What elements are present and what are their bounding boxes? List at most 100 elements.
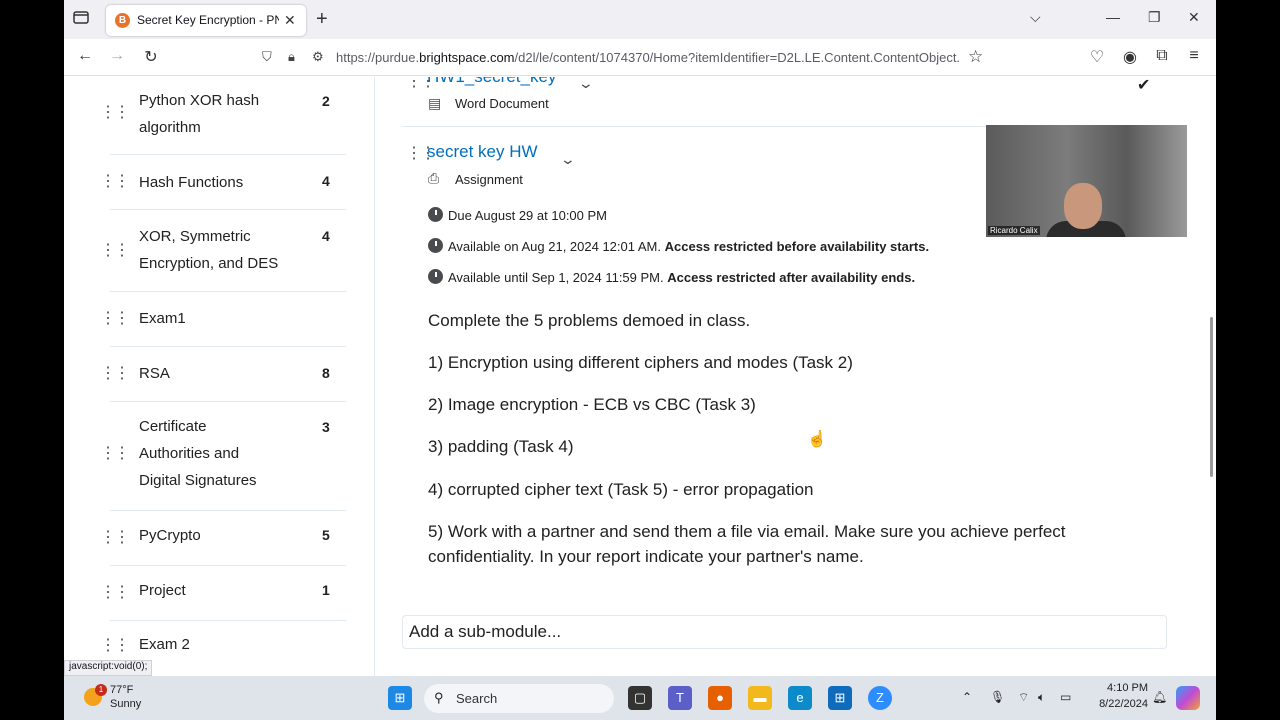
- weather-condition: Sunny: [110, 698, 142, 710]
- item-count: 4: [322, 173, 330, 189]
- sidebar-item-hash-functions[interactable]: ⋮⋮ Hash Functions 4: [100, 155, 346, 210]
- firefox-icon[interactable]: ●: [708, 686, 732, 710]
- weather-temp: 77°F: [110, 684, 134, 696]
- zoom-icon[interactable]: Z: [868, 686, 892, 710]
- item-count: 1: [322, 582, 330, 598]
- description-line: Complete the 5 problems demoed in class.: [428, 311, 751, 330]
- description-line: 1) Encryption using different ciphers an…: [428, 353, 853, 372]
- sidebar-item-label: Certificate: [139, 418, 207, 435]
- participant-name: Ricardo Calix: [988, 226, 1040, 235]
- topic-title[interactable]: secret key HW: [427, 142, 538, 162]
- menu-icon[interactable]: ≡: [1183, 47, 1205, 69]
- description-line: confidentiality. In your report indicate…: [428, 547, 864, 566]
- sidebar-item-project[interactable]: ⋮⋮ Project 1: [100, 566, 346, 621]
- shield-icon[interactable]: ⛉: [262, 49, 272, 65]
- new-tab-icon[interactable]: +: [316, 7, 328, 31]
- copilot-icon[interactable]: [1176, 686, 1200, 710]
- item-count: 5: [322, 527, 330, 543]
- page-scrollbar[interactable]: [1210, 317, 1213, 477]
- sidebar-item-label: algorithm: [139, 119, 201, 136]
- weather-widget[interactable]: 1 77°F Sunny: [82, 682, 162, 716]
- url-text[interactable]: https://purdue.brightspace.com/d2l/le/co…: [336, 50, 961, 65]
- tab-bar: B Secret Key Encryption - PNW Fa ✕ + ⌵ —…: [64, 0, 1216, 39]
- assignment-icon: ⎙: [428, 170, 440, 186]
- edge-icon[interactable]: e: [788, 686, 812, 710]
- wifi-icon[interactable]: ⌔: [1018, 690, 1029, 705]
- drag-handle-icon[interactable]: ⋮⋮: [100, 171, 130, 191]
- teams-icon[interactable]: T: [668, 686, 692, 710]
- clock-icon: [428, 207, 443, 222]
- navigation-bar: ← → ↻ ⛉ 🔒︎ ⚙ https://purdue.brightspace.…: [64, 39, 1216, 76]
- sidebar-item-rsa[interactable]: ⋮⋮ RSA 8: [100, 347, 346, 402]
- task-view-icon[interactable]: ▢: [628, 686, 652, 710]
- item-count: 2: [322, 93, 330, 109]
- add-submodule-input[interactable]: Add a sub-module...: [402, 615, 1167, 649]
- show-hidden-icons-icon[interactable]: ⌃: [962, 690, 972, 704]
- forward-icon[interactable]: →: [106, 47, 128, 69]
- list-all-tabs-icon[interactable]: ⌵: [1030, 9, 1041, 26]
- minimize-icon[interactable]: —: [1106, 9, 1120, 25]
- sidebar-item-label: Digital Signatures: [139, 472, 257, 489]
- item-count: 8: [322, 365, 330, 381]
- file-explorer-icon[interactable]: ▬: [748, 686, 772, 710]
- back-icon[interactable]: ←: [74, 47, 96, 69]
- sidebar-item-exam1[interactable]: ⋮⋮ Exam1: [100, 292, 346, 347]
- notifications-icon[interactable]: 🔔︎: [1152, 690, 1167, 704]
- item-count: 3: [322, 419, 330, 435]
- description-line: 5) Work with a partner and send them a f…: [428, 522, 1066, 541]
- taskbar-time[interactable]: 4:10 PM: [1098, 682, 1148, 694]
- drag-handle-icon[interactable]: ⋮⋮: [100, 443, 130, 463]
- sidebar-item-python-xor[interactable]: ⋮⋮ Python XOR hash algorithm 2: [100, 81, 346, 155]
- sidebar-item-label: Authorities and: [139, 445, 240, 462]
- drag-handle-icon[interactable]: ⋮⋮: [100, 308, 130, 328]
- store-icon[interactable]: ⊞: [828, 686, 852, 710]
- availability-end-text: Available until Sep 1, 2024 11:59 PM. Ac…: [448, 270, 916, 285]
- battery-icon[interactable]: ▭: [1060, 690, 1071, 704]
- description-line: 4) corrupted cipher text (Task 5) - erro…: [428, 480, 814, 499]
- chevron-down-icon[interactable]: ⌄: [560, 151, 576, 168]
- clock-icon: [428, 238, 443, 253]
- description-line: 3) padding (Task 4): [428, 437, 574, 456]
- permissions-icon[interactable]: ⚙: [312, 49, 324, 65]
- windows-start-icon[interactable]: ⊞: [388, 686, 412, 710]
- status-link: javascript:void(0);: [64, 660, 153, 676]
- sidebar-item-xor-symmetric[interactable]: ⋮⋮ XOR, Symmetric Encryption, and DES 4: [100, 210, 346, 292]
- sidebar-item-label: XOR, Symmetric: [139, 228, 251, 245]
- microphone-icon[interactable]: 🎙︎: [990, 690, 1005, 704]
- restore-icon[interactable]: ❐: [1148, 9, 1161, 26]
- active-tab[interactable]: B Secret Key Encryption - PNW Fa ✕: [106, 5, 306, 36]
- notification-badge: 1: [95, 684, 107, 696]
- topic-type: Assignment: [455, 172, 523, 187]
- reload-icon[interactable]: ↻: [140, 47, 162, 69]
- sidebar-item-label: PyCrypto: [139, 527, 201, 544]
- word-document-icon: ▤: [428, 95, 442, 111]
- sidebar-item-label: Exam 2: [139, 636, 190, 653]
- windows-taskbar: 1 77°F Sunny ⊞ ⚲ Search ▢ T ● ▬ e ⊞ Z ⌃ …: [64, 676, 1216, 720]
- account-icon[interactable]: ◉: [1119, 47, 1141, 69]
- video-thumbnail[interactable]: Ricardo Calix: [986, 125, 1187, 237]
- sidebar-item-pycrypto[interactable]: ⋮⋮ PyCrypto 5: [100, 511, 346, 566]
- pocket-icon[interactable]: ♡: [1086, 47, 1108, 69]
- hand-cursor-icon: ☝: [807, 431, 827, 448]
- close-window-icon[interactable]: ✕: [1188, 9, 1200, 26]
- taskbar-search[interactable]: ⚲ Search: [424, 684, 614, 713]
- extensions-icon[interactable]: ⧉: [1151, 47, 1173, 69]
- drag-handle-icon[interactable]: ⋮⋮: [100, 582, 130, 602]
- taskbar-date[interactable]: 8/22/2024: [1088, 698, 1148, 710]
- volume-icon[interactable]: 🔈︎: [1038, 690, 1045, 705]
- tab-list-icon[interactable]: [72, 8, 94, 30]
- search-label: Search: [456, 691, 498, 706]
- drag-handle-icon[interactable]: ⋮⋮: [100, 102, 130, 122]
- prev-topic-title[interactable]: HW1_secret_key: [427, 77, 556, 87]
- drag-handle-icon[interactable]: ⋮⋮: [100, 635, 130, 655]
- lock-icon[interactable]: 🔒︎: [288, 49, 295, 65]
- close-tab-icon[interactable]: ✕: [284, 12, 296, 29]
- drag-handle-icon[interactable]: ⋮⋮: [100, 363, 130, 383]
- drag-handle-icon[interactable]: ⋮⋮: [100, 527, 130, 547]
- sidebar-item-certificate-authorities[interactable]: ⋮⋮ Certificate Authorities and Digital S…: [100, 402, 346, 511]
- drag-handle-icon[interactable]: ⋮⋮: [100, 240, 130, 260]
- url-bar[interactable]: ⛉ 🔒︎ ⚙ https://purdue.brightspace.com/d2…: [256, 44, 996, 71]
- tab-title: Secret Key Encryption - PNW Fa: [137, 13, 279, 27]
- chevron-down-icon[interactable]: ⌄: [578, 77, 594, 92]
- bookmark-star-icon[interactable]: ☆: [968, 47, 983, 67]
